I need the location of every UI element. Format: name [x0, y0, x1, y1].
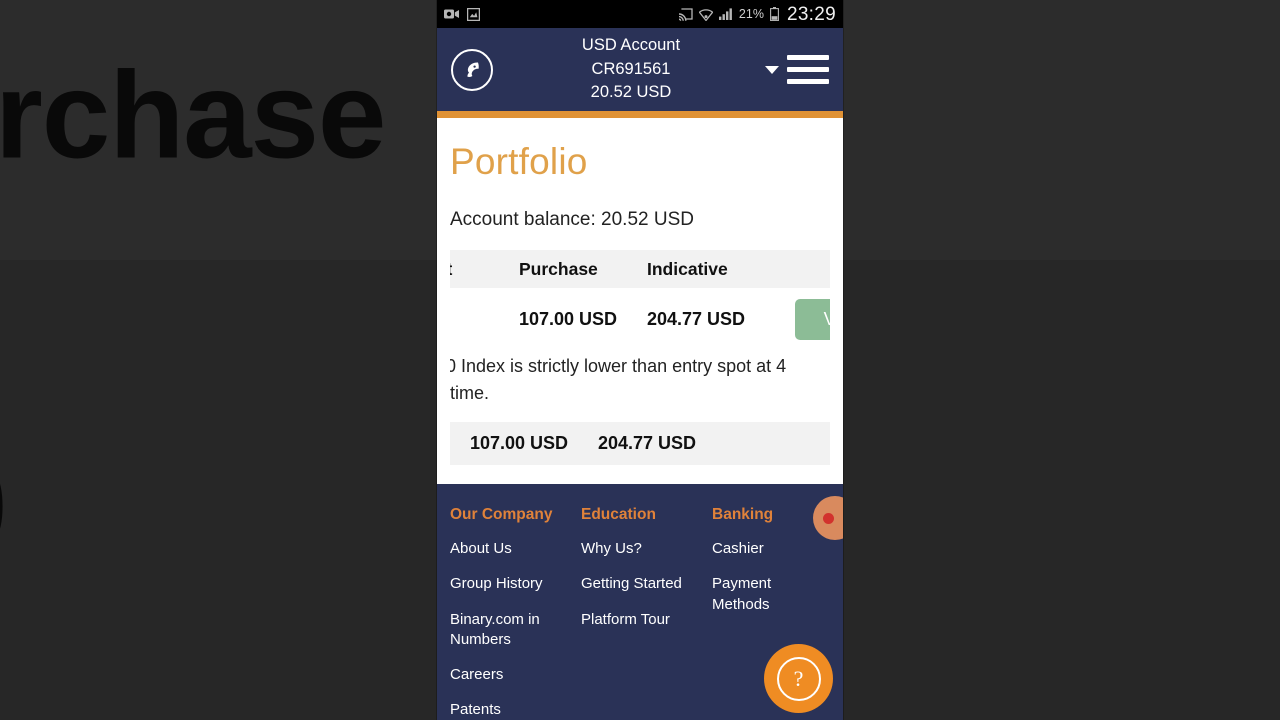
status-bar-left-icons	[444, 7, 480, 21]
footer-link-patents[interactable]: Patents	[450, 700, 566, 720]
status-bar-right-icons: 21% 23:29	[678, 5, 836, 24]
contract-description: 0 Index is strictly lower than entry spo…	[450, 353, 826, 406]
cell-purchase: 107.00 USD	[519, 308, 618, 329]
portfolio-content: Portfolio Account balance: 20.52 USD Pay…	[437, 118, 843, 466]
hamburger-menu-icon[interactable]	[787, 55, 829, 84]
column-header-purchase: Purchase	[519, 258, 598, 279]
column-header-payout: Payout	[450, 259, 519, 280]
account-balance-label: 20.52 USD	[590, 83, 672, 102]
total-indicative: 204.77 USD	[598, 432, 697, 453]
table-header-inner: Payout Purchase Indicative	[450, 259, 787, 280]
wifi-icon	[698, 8, 713, 21]
footer-link-about-us[interactable]: About Us	[450, 539, 566, 559]
table-row-inner: SD 107.00 USD 204.77 USD View	[450, 298, 830, 340]
footer-heading-our-company: Our Company	[450, 506, 553, 523]
account-type-label: USD Account	[581, 36, 681, 55]
app-header-bar: USD Account CR691561 20.52 USD	[437, 28, 843, 111]
account-id-label: CR691561	[591, 59, 671, 78]
footer-link-platform-tour[interactable]: Platform Tour	[581, 610, 697, 630]
table-totals-row: 107.00 USD 204.77 USD	[450, 421, 830, 465]
battery-percent-label: 21%	[738, 7, 764, 21]
footer-link-getting-started[interactable]: Getting Started	[581, 574, 697, 594]
contract-description-line1: 0 Index is strictly lower than entry spo…	[450, 356, 787, 377]
hamburger-bar-2	[787, 67, 829, 72]
battery-icon	[770, 7, 779, 21]
total-purchase: 107.00 USD	[470, 432, 569, 453]
footer-column-our-company: Our Company About Us Group History Binar…	[450, 506, 581, 720]
page-title: Portfolio	[450, 141, 588, 182]
footer-link-group-history[interactable]: Group History	[450, 574, 566, 594]
header-accent-divider	[437, 111, 843, 118]
table-header-row: Payout Purchase Indicative	[450, 250, 830, 289]
site-footer: Our Company About Us Group History Binar…	[437, 484, 843, 720]
bird-glyph	[467, 61, 479, 77]
live-chat-dot	[822, 512, 834, 524]
binary-bird-logo-icon[interactable]	[451, 48, 493, 91]
footer-link-cashier[interactable]: Cashier	[712, 539, 828, 559]
screen-record-icon	[444, 9, 459, 19]
footer-heading-education: Education	[581, 506, 656, 523]
android-status-bar: 21% 23:29	[437, 0, 843, 28]
screenshot-stage: Payout Purchase SD 107.00 0 Index is str…	[0, 0, 1280, 720]
footer-column-education: Education Why Us? Getting Started Platfo…	[581, 506, 712, 720]
chevron-down-icon[interactable]	[765, 66, 779, 75]
cellular-signal-icon	[718, 8, 732, 20]
footer-link-careers[interactable]: Careers	[450, 665, 566, 685]
phone-screen: 21% 23:29 USD Account CR691561 20.52 USD…	[437, 0, 843, 720]
account-balance-text: Account balance: 20.52 USD	[450, 208, 694, 230]
footer-link-binary-in-numbers[interactable]: Binary.com in Numbers	[450, 610, 566, 651]
cell-payout: SD	[450, 309, 519, 330]
account-selector[interactable]: USD Account CR691561 20.52 USD	[489, 34, 779, 104]
cell-indicative: 204.77 USD	[647, 308, 746, 329]
footer-link-payment-methods[interactable]: Payment Methods	[712, 574, 828, 615]
help-question-icon: ?	[776, 656, 821, 701]
hamburger-bar-3	[787, 79, 829, 84]
table-totals-inner: 107.00 USD 204.77 USD	[470, 433, 738, 454]
status-bar-clock: 23:29	[786, 3, 836, 25]
screenshot-icon	[467, 7, 480, 21]
table-row: SD 107.00 USD 204.77 USD View	[450, 288, 830, 351]
help-button[interactable]: ?	[764, 644, 833, 713]
portfolio-table[interactable]: Payout Purchase Indicative SD 107.00 USD…	[450, 250, 830, 465]
cast-icon	[678, 7, 693, 21]
column-header-indicative: Indicative	[647, 258, 728, 279]
footer-link-why-us[interactable]: Why Us?	[581, 539, 697, 559]
contract-description-line2: time.	[450, 383, 490, 404]
view-button[interactable]: View	[795, 298, 830, 340]
hamburger-bar-1	[787, 55, 829, 60]
